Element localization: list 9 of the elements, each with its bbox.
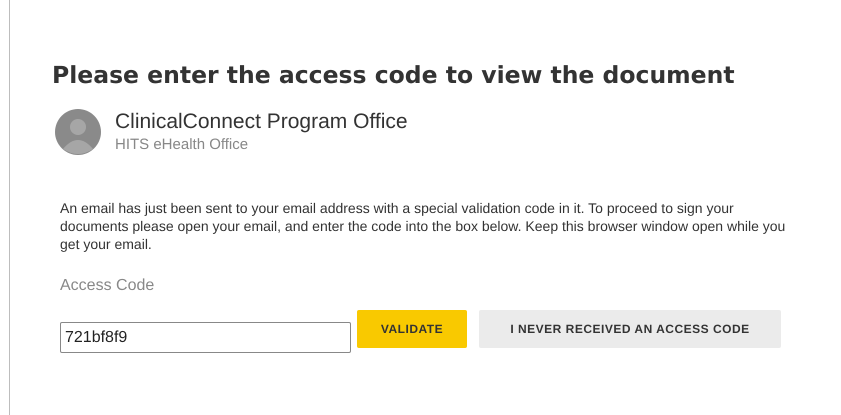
sender-name: ClinicalConnect Program Office — [115, 109, 408, 135]
avatar-icon — [55, 109, 101, 155]
access-code-label: Access Code — [60, 276, 154, 296]
sender-organization: HITS eHealth Office — [115, 135, 250, 155]
page-title: Please enter the access code to view the document — [52, 60, 736, 91]
validate-button[interactable]: VALIDATE — [357, 310, 467, 348]
instructions-text: An email has just been sent to your email address with a special validation code in it. To proceed to sign your documents please open your email, and enter the code into the box below. Keep this browser window open while you get your email. — [60, 199, 786, 253]
no-code-button[interactable]: I NEVER RECEIVED AN ACCESS CODE — [479, 310, 781, 348]
access-code-field[interactable]: 721bf8f9 — [60, 322, 351, 353]
